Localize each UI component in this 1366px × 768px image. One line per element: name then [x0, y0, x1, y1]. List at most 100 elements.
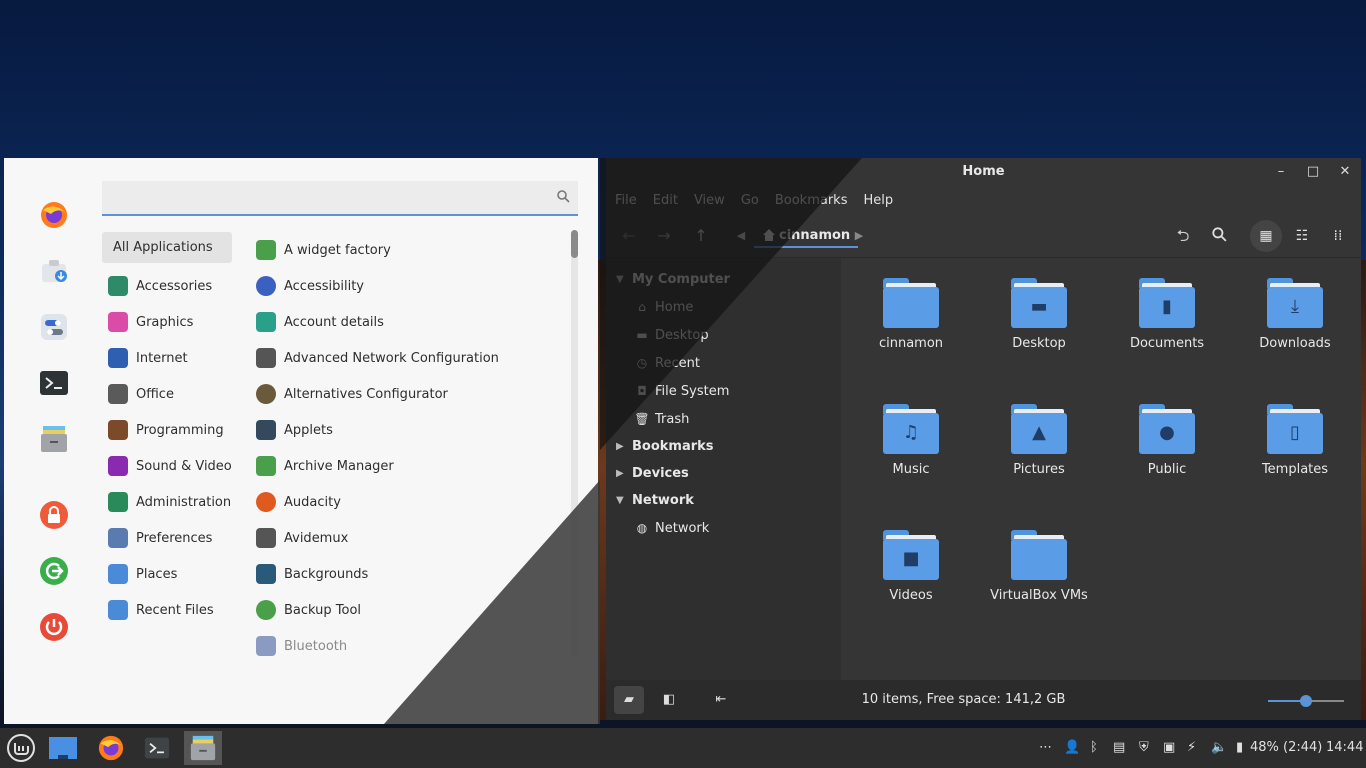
folder-item[interactable]: ■ Videos: [855, 530, 967, 603]
close-button[interactable]: ✕: [1337, 164, 1353, 180]
sidebar-item-file-system[interactable]: ◘ File System: [606, 377, 841, 405]
accessibility-icon: [256, 276, 276, 296]
bluetooth-icon[interactable]: ᛒ: [1090, 740, 1098, 755]
notifications-icon[interactable]: ▣: [1163, 740, 1175, 755]
lock-icon[interactable]: [37, 498, 71, 532]
app-advanced-network-configuration[interactable]: Advanced Network Configuration: [256, 340, 566, 376]
mint-menu-icon[interactable]: [2, 731, 40, 765]
menu-edit[interactable]: Edit: [653, 193, 678, 208]
terminal-icon[interactable]: [37, 366, 71, 400]
network-disconnected-icon[interactable]: ⚡: [1187, 740, 1196, 755]
category-graphics[interactable]: Graphics: [102, 304, 232, 340]
search-icon[interactable]: [1209, 226, 1229, 246]
user-icon[interactable]: 👤: [1064, 740, 1080, 755]
folder-item[interactable]: VirtualBox VMs: [983, 530, 1095, 603]
category-sound-video[interactable]: Sound & Video: [102, 448, 232, 484]
clipboard-icon[interactable]: ▤: [1113, 740, 1125, 755]
folder-item[interactable]: ▬ Desktop: [983, 278, 1095, 351]
clock[interactable]: 14:44: [1326, 740, 1363, 755]
sidebar-item-recent[interactable]: ◷ Recent: [606, 349, 841, 377]
app-alternatives-configurator[interactable]: Alternatives Configurator: [256, 376, 566, 412]
software-manager-icon[interactable]: [37, 254, 71, 288]
folder-item[interactable]: ▯ Templates: [1239, 404, 1351, 477]
app-audacity[interactable]: Audacity: [256, 484, 566, 520]
category-internet[interactable]: Internet: [102, 340, 232, 376]
folder-item[interactable]: ▲ Pictures: [983, 404, 1095, 477]
menu-bookmarks[interactable]: Bookmarks: [775, 193, 848, 208]
menu-view[interactable]: View: [694, 193, 725, 208]
category-programming[interactable]: Programming: [102, 412, 232, 448]
sidebar-section-my-computer[interactable]: ▼ My Computer: [606, 266, 841, 293]
titlebar[interactable]: Home – □ ✕: [606, 158, 1361, 186]
category-recent-files[interactable]: Recent Files: [102, 592, 232, 628]
scrollbar-thumb[interactable]: [571, 230, 578, 258]
compact-view-button[interactable]: ⁞⁞: [1322, 220, 1354, 252]
folder-item[interactable]: ● Public: [1111, 404, 1223, 477]
sidebar-section-devices[interactable]: ▶ Devices: [606, 460, 841, 487]
menu-go[interactable]: Go: [741, 193, 759, 208]
category-all-applications[interactable]: All Applications: [102, 232, 232, 263]
folder-item[interactable]: ♫ Music: [855, 404, 967, 477]
category-administration[interactable]: Administration: [102, 484, 232, 520]
files-icon[interactable]: [37, 422, 71, 456]
folder-item[interactable]: ⤓ Downloads: [1239, 278, 1351, 351]
firefox-icon[interactable]: [37, 198, 71, 232]
folder-icon: ⤓: [1267, 278, 1323, 328]
app-archive-manager[interactable]: Archive Manager: [256, 448, 566, 484]
sidebar-item-network[interactable]: ◍ Network: [606, 514, 841, 542]
icon-view-button[interactable]: ▦: [1250, 220, 1282, 252]
zoom-knob[interactable]: [1300, 695, 1312, 707]
battery-label[interactable]: 48% (2:44): [1250, 740, 1322, 755]
sidebar-section-bookmarks[interactable]: ▶ Bookmarks: [606, 433, 841, 460]
volume-icon[interactable]: 🔈: [1211, 740, 1227, 755]
overflow-icon[interactable]: ⋯: [1039, 740, 1052, 755]
menu-help[interactable]: Help: [863, 193, 893, 208]
app-backgrounds[interactable]: Backgrounds: [256, 556, 566, 592]
category-accessories[interactable]: Accessories: [102, 268, 232, 304]
list-view-button[interactable]: ☷: [1286, 220, 1318, 252]
minimize-button[interactable]: –: [1273, 164, 1289, 180]
category-places[interactable]: Places: [102, 556, 232, 592]
app-backup-tool[interactable]: Backup Tool: [256, 592, 566, 628]
folder-item[interactable]: ▮ Documents: [1111, 278, 1223, 351]
app-list-scrollbar[interactable]: [571, 230, 578, 656]
category-office[interactable]: Office: [102, 376, 232, 412]
forward-icon[interactable]: →: [654, 226, 674, 246]
sidebar-item-trash[interactable]: 🗑 Trash: [606, 405, 841, 433]
app-accessibility[interactable]: Accessibility: [256, 268, 566, 304]
battery-icon[interactable]: ▮: [1236, 740, 1243, 755]
category-label: Recent Files: [136, 602, 214, 618]
sidebar-item-home[interactable]: ⌂ Home: [606, 293, 841, 321]
sidebar-item-desktop[interactable]: ▬ Desktop: [606, 321, 841, 349]
settings-icon[interactable]: [37, 310, 71, 344]
show-desktop-icon[interactable]: [44, 731, 82, 765]
folder-item[interactable]: cinnamon: [855, 278, 967, 351]
back-icon[interactable]: ←: [619, 226, 639, 246]
account-details-icon: [256, 312, 276, 332]
breadcrumb-left-icon[interactable]: ◀: [731, 226, 751, 246]
category-preferences[interactable]: Preferences: [102, 520, 232, 556]
logout-icon[interactable]: [37, 554, 71, 588]
breadcrumb-right-icon[interactable]: ▶: [849, 226, 869, 246]
zoom-slider[interactable]: [1268, 695, 1344, 707]
up-icon[interactable]: ↑: [691, 226, 711, 246]
firefox-launcher-icon[interactable]: [92, 731, 130, 765]
app-avidemux[interactable]: Avidemux: [256, 520, 566, 556]
menu-file[interactable]: File: [615, 193, 637, 208]
search-input[interactable]: [102, 181, 578, 216]
toggle-location-icon[interactable]: ⮌: [1173, 226, 1193, 246]
files-launcher-icon[interactable]: [184, 731, 222, 765]
app-applets[interactable]: Applets: [256, 412, 566, 448]
power-icon[interactable]: [37, 610, 71, 644]
sidebar-section-network[interactable]: ▼ Network: [606, 487, 841, 514]
hide-sidebar-button[interactable]: ⇤: [706, 686, 736, 714]
app-account-details[interactable]: Account details: [256, 304, 566, 340]
show-treeview-button[interactable]: ◧: [654, 686, 684, 714]
show-places-button[interactable]: ▰: [614, 686, 644, 714]
app-a-widget-factory[interactable]: A widget factory: [256, 232, 566, 268]
breadcrumb[interactable]: cinnamon: [754, 224, 859, 248]
maximize-button[interactable]: □: [1305, 164, 1321, 180]
update-shield-icon[interactable]: ⛨: [1139, 740, 1149, 755]
app-bluetooth[interactable]: Bluetooth: [256, 628, 566, 664]
terminal-launcher-icon[interactable]: [138, 731, 176, 765]
